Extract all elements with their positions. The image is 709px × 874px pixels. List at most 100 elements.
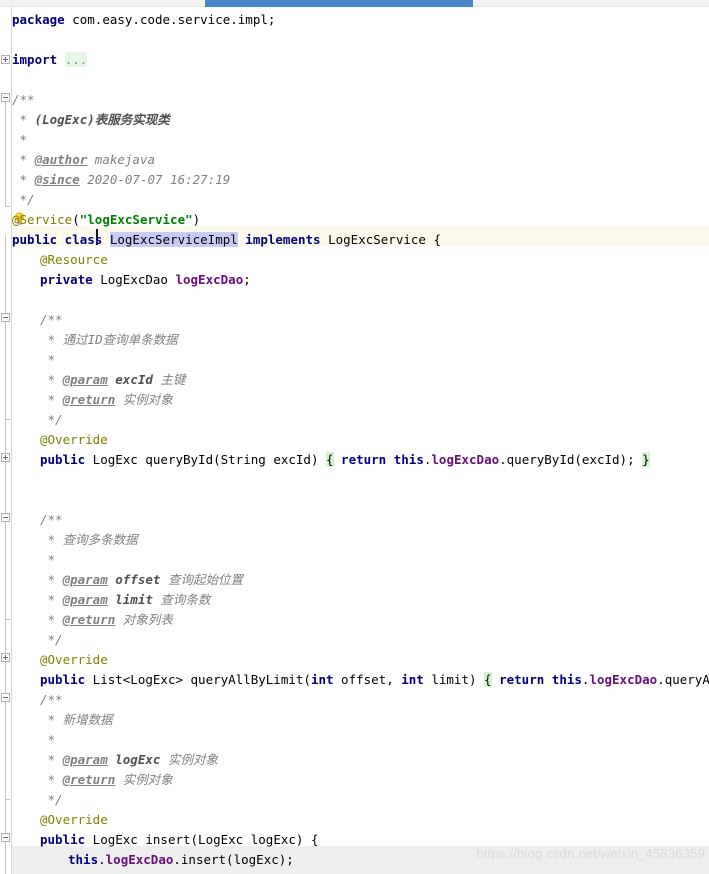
code-line-m3-javadoc-close[interactable]: */ xyxy=(12,790,63,810)
fold-toggle-method1-body-icon[interactable] xyxy=(1,453,10,462)
code-line-javadoc-blank[interactable]: * xyxy=(12,130,28,150)
code-line-m1-override[interactable]: @Override xyxy=(12,430,108,450)
code-line-m1-javadoc-desc[interactable]: * 通过ID查询单条数据 xyxy=(12,330,178,350)
fold-toggle-method3-javadoc-icon[interactable] xyxy=(1,693,10,702)
javadoc-star: * xyxy=(12,132,28,147)
javadoc-tag-return: @return xyxy=(62,612,116,627)
code-line-package[interactable]: package com.easy.code.service.impl; xyxy=(12,10,275,30)
brace-close-highlight: } xyxy=(642,452,650,467)
annotation-override: @Override xyxy=(40,652,108,667)
javadoc-tag-return: @return xyxy=(62,392,116,407)
javadoc-star: * xyxy=(40,732,56,747)
code-line-m3-signature[interactable]: public LogExc insert(LogExc logExc) { xyxy=(12,830,318,850)
editor-gutter[interactable] xyxy=(0,7,12,874)
javadoc-star: * xyxy=(40,592,63,607)
code-line-service-annotation[interactable]: @Service("logExcService") xyxy=(12,210,200,230)
code-line-m2-javadoc-blank[interactable]: * xyxy=(12,550,56,570)
javadoc-method-description: 查询多条数据 xyxy=(62,532,138,547)
javadoc-star: * xyxy=(40,752,63,767)
code-line-m1-signature[interactable]: public LogExc queryById(String excId) { … xyxy=(12,450,650,470)
code-line-m3-body-insert-call[interactable]: this.logExcDao.insert(logExc); xyxy=(12,850,294,870)
javadoc-star: * xyxy=(12,112,35,127)
fold-toggle-import-icon[interactable] xyxy=(1,55,10,64)
code-line-javadoc-close[interactable]: */ xyxy=(12,190,35,210)
code-line-m2-javadoc-param-limit[interactable]: * @param limit 查询条数 xyxy=(12,590,211,610)
code-line-m1-javadoc-close[interactable]: */ xyxy=(12,410,63,430)
javadoc-open: /** xyxy=(40,312,63,327)
code-line-class-declaration[interactable]: public class LogExcServiceImpl implement… xyxy=(12,230,441,250)
code-line-javadoc-desc[interactable]: * (LogExc)表服务实现类 xyxy=(12,110,170,130)
code-line-m3-javadoc-param[interactable]: * @param logExc 实例对象 xyxy=(12,750,218,770)
dot: . xyxy=(657,672,665,687)
keyword-public: public xyxy=(40,672,86,687)
keyword-public: public xyxy=(40,452,86,467)
return-type: LogExc xyxy=(85,832,146,847)
fold-toggle-method2-body-icon[interactable] xyxy=(1,653,10,662)
method-name: insert xyxy=(145,832,191,847)
code-line-import[interactable]: import ... xyxy=(12,50,88,70)
dot: . xyxy=(173,852,181,867)
code-line-javadoc-open[interactable]: /** xyxy=(12,90,35,110)
code-line-m3-javadoc-blank[interactable]: * xyxy=(12,730,56,750)
javadoc-star: * xyxy=(40,352,56,367)
keyword-this: this xyxy=(551,672,582,687)
return-type: LogExc xyxy=(85,452,146,467)
code-line-m3-override[interactable]: @Override xyxy=(12,810,108,830)
code-line-javadoc-author[interactable]: * @author makejava xyxy=(12,150,155,170)
keyword-public: public xyxy=(40,832,86,847)
javadoc-open: /** xyxy=(40,692,63,707)
javadoc-since-value: 2020-07-07 16:27:19 xyxy=(79,172,231,187)
return-type: List<LogExc> xyxy=(85,672,191,687)
method-name: queryAllByLimit xyxy=(190,672,304,687)
code-line-m3-javadoc-desc[interactable]: * 新增数据 xyxy=(12,710,113,730)
fold-toggle-method1-javadoc-icon[interactable] xyxy=(1,313,10,322)
code-line-m2-javadoc-return[interactable]: * @return 对象列表 xyxy=(12,610,173,630)
keyword-int: int xyxy=(401,672,424,687)
field-reference: logExcDao xyxy=(105,852,174,867)
code-editor[interactable]: package com.easy.code.service.impl; impo… xyxy=(0,7,709,874)
horizontal-scrollbar-thumb[interactable] xyxy=(205,0,473,7)
brace-open-highlight: { xyxy=(326,452,334,467)
fold-toggle-method3-body-icon[interactable] xyxy=(1,833,10,842)
folded-imports-placeholder[interactable]: ... xyxy=(64,52,88,67)
dot: . xyxy=(98,852,106,867)
package-name: com.easy.code.service.impl; xyxy=(64,12,276,27)
code-line-m2-signature[interactable]: public List<LogExc> queryAllByLimit(int … xyxy=(12,670,709,690)
code-line-m1-javadoc-blank[interactable]: * xyxy=(12,350,56,370)
code-line-m2-javadoc-open[interactable]: /** xyxy=(12,510,63,530)
param-offset: offset, xyxy=(333,672,402,687)
fold-toggle-class-javadoc-icon[interactable] xyxy=(1,93,10,102)
annotation-override: @Override xyxy=(40,432,108,447)
code-line-field-declaration[interactable]: private LogExcDao logExcDao; xyxy=(12,270,251,290)
method-name: queryById xyxy=(145,452,214,467)
code-line-m1-javadoc-open[interactable]: /** xyxy=(12,310,63,330)
code-line-m2-javadoc-close[interactable]: */ xyxy=(12,630,63,650)
javadoc-method-description: 新增数据 xyxy=(62,712,113,727)
code-line-m3-javadoc-open[interactable]: /** xyxy=(12,690,63,710)
code-text-layer[interactable]: package com.easy.code.service.impl; impo… xyxy=(12,7,709,874)
fold-toggle-method2-javadoc-icon[interactable] xyxy=(1,513,10,522)
javadoc-class-description: (LogExc)表服务实现类 xyxy=(34,112,170,127)
code-line-resource-annotation[interactable]: @Resource xyxy=(12,250,108,270)
code-line-m1-javadoc-param[interactable]: * @param excId 主键 xyxy=(12,370,186,390)
code-line-javadoc-since[interactable]: * @since 2020-07-07 16:27:19 xyxy=(12,170,231,190)
javadoc-param-description: 实例对象 xyxy=(160,752,218,767)
javadoc-tag-param: @param xyxy=(62,572,108,587)
javadoc-method-description: 通过ID查询单条数据 xyxy=(62,332,178,347)
javadoc-star: * xyxy=(40,532,63,547)
code-line-m3-javadoc-return[interactable]: * @return 实例对象 xyxy=(12,770,173,790)
code-line-m2-override[interactable]: @Override xyxy=(12,650,108,670)
dao-method-call-truncated: queryAllByLim xyxy=(664,672,709,687)
javadoc-param-description: 主键 xyxy=(152,372,186,387)
class-name-selected[interactable]: LogExcServiceImpl xyxy=(109,232,238,247)
code-line-m2-javadoc-desc[interactable]: * 查询多条数据 xyxy=(12,530,138,550)
keyword-class: class xyxy=(57,232,110,247)
horizontal-scrollbar-track[interactable] xyxy=(0,0,709,7)
code-line-m2-javadoc-param-offset[interactable]: * @param offset 查询起始位置 xyxy=(12,570,243,590)
javadoc-return-description: 实例对象 xyxy=(115,772,173,787)
fold-region-end-cap xyxy=(5,619,10,620)
javadoc-close: */ xyxy=(40,632,63,647)
code-line-m1-javadoc-return[interactable]: * @return 实例对象 xyxy=(12,390,173,410)
javadoc-star: * xyxy=(40,392,63,407)
